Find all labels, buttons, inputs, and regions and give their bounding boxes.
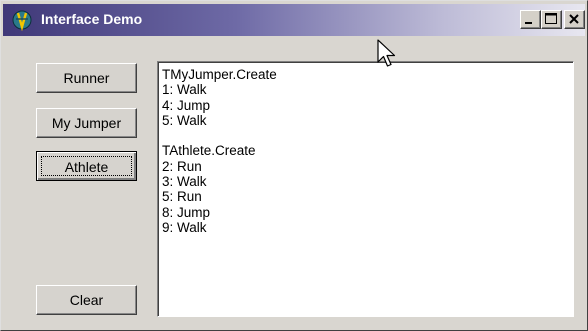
close-button[interactable]	[564, 10, 585, 29]
log-line: 3: Walk	[162, 174, 207, 190]
log-memo[interactable]: TMyJumper.Create 1: Walk 4: Jump 5: Walk…	[157, 61, 574, 317]
log-line: 2: Run	[162, 158, 202, 174]
log-line: 5: Walk	[162, 112, 207, 128]
log-line: 1: Walk	[162, 82, 207, 98]
close-icon	[569, 14, 579, 24]
athlete-button[interactable]: Athlete	[36, 151, 137, 181]
maximize-button[interactable]	[541, 10, 562, 29]
athlete-button-label: Athlete	[41, 156, 132, 176]
maximize-icon	[545, 13, 557, 24]
log-line: 4: Jump	[162, 97, 211, 113]
main-window: Interface Demo Runner My Jumper Athlete …	[0, 0, 588, 331]
title-bar[interactable]: Interface Demo	[3, 4, 585, 36]
clear-button[interactable]: Clear	[36, 285, 137, 315]
log-line: 5: Run	[162, 189, 202, 205]
runner-button[interactable]: Runner	[36, 63, 137, 93]
my-jumper-button[interactable]: My Jumper	[36, 108, 137, 138]
delphi-app-icon	[12, 10, 32, 31]
log-line: TAthlete.Create	[162, 143, 256, 159]
log-line: 8: Jump	[162, 204, 211, 220]
minimize-icon	[525, 22, 532, 24]
window-title: Interface Demo	[41, 11, 143, 27]
mouse-pointer-icon	[377, 39, 396, 67]
log-line: TMyJumper.Create	[162, 67, 277, 82]
minimize-button[interactable]	[520, 10, 541, 29]
log-line: 9: Walk	[162, 219, 207, 235]
